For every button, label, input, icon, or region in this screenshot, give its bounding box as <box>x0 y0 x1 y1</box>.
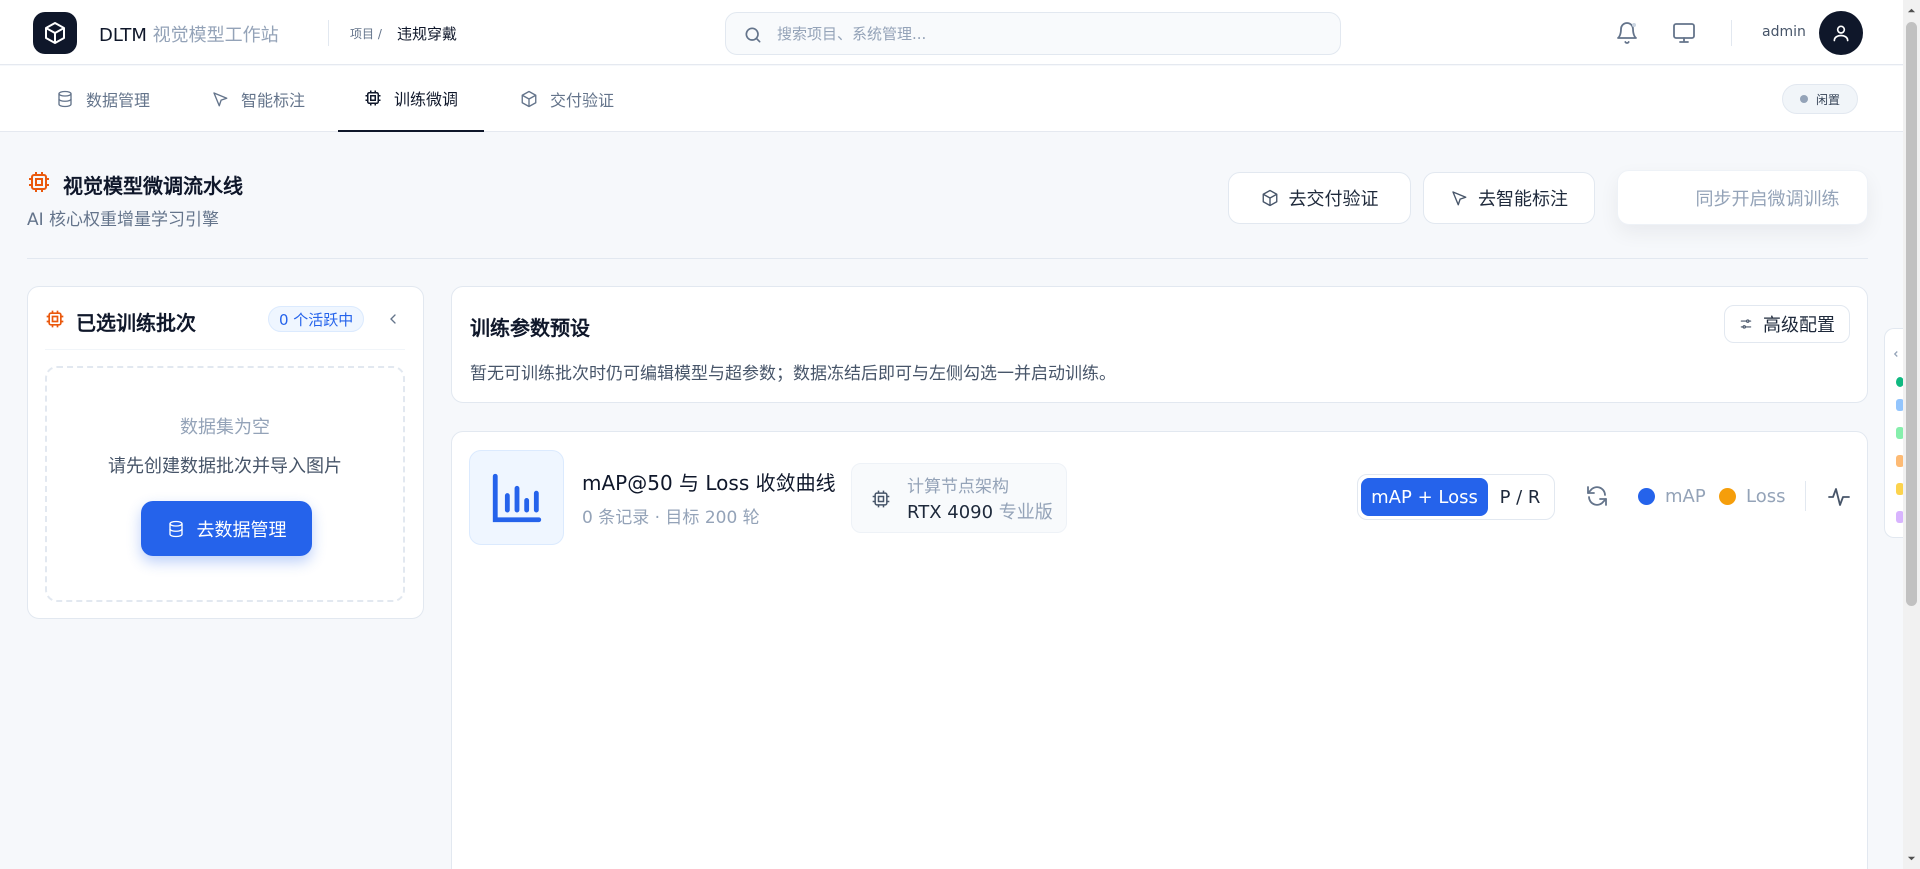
tab-data-management[interactable]: 数据管理 <box>30 66 176 132</box>
legend-swatch-map <box>1638 488 1655 505</box>
chart-meta: 0 条记录 · 目标 200 轮 <box>582 508 760 528</box>
monitor-icon <box>1673 23 1695 43</box>
toggle-pr[interactable]: P / R <box>1488 478 1552 516</box>
tab-label: 数据管理 <box>86 91 151 110</box>
go-annotate-button[interactable]: 去智能标注 <box>1423 172 1595 224</box>
monitor-button[interactable] <box>1671 20 1697 46</box>
chip-icon <box>872 490 890 508</box>
chart-thumbnail <box>469 450 564 545</box>
panel-title: 训练参数预设 <box>470 316 590 340</box>
database-icon <box>58 90 72 108</box>
legend-map: mAP <box>1638 486 1706 507</box>
search-input[interactable] <box>777 23 1317 45</box>
tab-bar: 数据管理 智能标注 训练微调 交付验证 闲置 <box>0 66 1903 132</box>
sync-train-button[interactable]: 同步开启微调训练 <box>1617 170 1868 225</box>
scrollbar-thumb[interactable] <box>1906 22 1917 606</box>
avatar[interactable] <box>1819 11 1863 55</box>
page-title: 视觉模型微调流水线 <box>63 174 243 198</box>
tab-label: 训练微调 <box>394 90 459 109</box>
side-rail[interactable] <box>1884 328 1904 538</box>
status-badge: 闲置 <box>1781 84 1858 114</box>
legend-loss: Loss <box>1719 486 1785 507</box>
gpu-edition: 专业版 <box>998 502 1053 523</box>
tab-label: 智能标注 <box>241 91 306 110</box>
user-name[interactable]: admin <box>1762 24 1806 40</box>
chevron-left-icon <box>1893 351 1898 357</box>
training-params-panel: 训练参数预设 暂无可训练批次时仍可编辑模型与超参数；数据冻结后即可与左侧勾选一并… <box>451 286 1868 403</box>
status-dot <box>1799 95 1808 103</box>
divider <box>1805 481 1806 511</box>
panel-title: 已选训练批次 <box>76 311 196 335</box>
button-label: 去交付验证 <box>1288 189 1379 210</box>
chip-icon <box>29 172 49 192</box>
tab-smart-annotation[interactable]: 智能标注 <box>185 66 331 132</box>
advanced-config-button[interactable]: 高级配置 <box>1724 305 1850 343</box>
go-data-management-button[interactable]: 去数据管理 <box>141 501 312 556</box>
refresh-icon[interactable] <box>1585 484 1609 508</box>
search-box[interactable] <box>725 12 1341 55</box>
tab-label: 交付验证 <box>550 91 615 110</box>
box-icon <box>521 90 537 108</box>
legend-swatch-loss <box>1719 488 1736 505</box>
gpu-name: RTX 4090 <box>907 502 994 523</box>
search-icon <box>745 27 761 43</box>
top-bar: DLTM 视觉模型工作站 项目 / 违规穿戴 admin <box>0 0 1903 65</box>
cursor-pointer-icon <box>213 92 228 107</box>
active-count-badge: 0 个活跃中 <box>268 306 365 332</box>
panel-description: 暂无可训练批次时仍可编辑模型与超参数；数据冻结后即可与左侧勾选一并启动训练。 <box>470 364 1116 384</box>
user-icon <box>1833 25 1849 42</box>
cursor-pointer-icon <box>1452 191 1467 206</box>
scroll-down-icon[interactable] <box>1907 854 1916 863</box>
training-batches-panel: 已选训练批次 0 个活跃中 数据集为空 请先创建数据批次并导入图片 去数据管理 <box>27 286 424 619</box>
chart-title: mAP@50 与 Loss 收敛曲线 <box>582 471 836 495</box>
sliders-icon <box>1740 319 1752 329</box>
brand-name: DLTM <box>99 25 147 46</box>
divider <box>27 258 1868 259</box>
divider <box>328 20 329 46</box>
brand-suffix: 视觉模型工作站 <box>152 25 279 46</box>
go-delivery-button[interactable]: 去交付验证 <box>1228 172 1411 224</box>
chip-icon <box>46 310 64 328</box>
breadcrumb-current[interactable]: 违规穿戴 <box>397 23 457 44</box>
app-title: DLTM 视觉模型工作站 <box>99 21 279 47</box>
logo[interactable] <box>33 12 77 54</box>
node-value: RTX 4090 专业版 <box>907 498 1053 524</box>
legend-label: Loss <box>1746 486 1786 507</box>
empty-title: 数据集为空 <box>180 417 270 438</box>
activity-icon[interactable] <box>1827 485 1851 509</box>
legend-label: mAP <box>1665 486 1706 507</box>
button-label: 去数据管理 <box>196 519 287 541</box>
box-icon <box>1262 189 1277 207</box>
bar-chart-icon <box>492 473 541 522</box>
button-label: 同步开启微调训练 <box>1695 188 1840 210</box>
compute-node-card: 计算节点架构 RTX 4090 专业版 <box>851 463 1067 533</box>
toggle-map-loss[interactable]: mAP + Loss <box>1361 478 1488 516</box>
breadcrumb-prefix: 项目 / <box>350 27 382 41</box>
scroll-up-icon[interactable] <box>1907 6 1916 15</box>
chip-icon <box>365 90 381 106</box>
button-label: 去智能标注 <box>1478 189 1568 210</box>
page-subtitle: AI 核心权重增量学习引擎 <box>27 210 220 230</box>
metric-toggle: mAP + Loss P / R <box>1357 474 1555 520</box>
chevron-left-icon[interactable] <box>385 311 401 327</box>
cube-logo-icon <box>45 22 65 44</box>
notification-button[interactable] <box>1614 20 1640 46</box>
bell-icon <box>1617 22 1637 44</box>
status-label: 闲置 <box>1815 92 1840 107</box>
empty-subtitle: 请先创建数据批次并导入图片 <box>108 456 342 477</box>
button-label: 高级配置 <box>1763 315 1835 336</box>
node-label: 计算节点架构 <box>907 477 1009 497</box>
tab-training-finetune[interactable]: 训练微调 <box>338 66 485 132</box>
divider <box>1731 20 1732 46</box>
empty-state: 数据集为空 请先创建数据批次并导入图片 去数据管理 <box>45 366 405 602</box>
divider <box>45 349 405 350</box>
tab-delivery-validation[interactable]: 交付验证 <box>494 66 640 132</box>
convergence-curve-panel: mAP@50 与 Loss 收敛曲线 0 条记录 · 目标 200 轮 计算节点… <box>451 431 1868 869</box>
database-icon <box>168 520 183 537</box>
